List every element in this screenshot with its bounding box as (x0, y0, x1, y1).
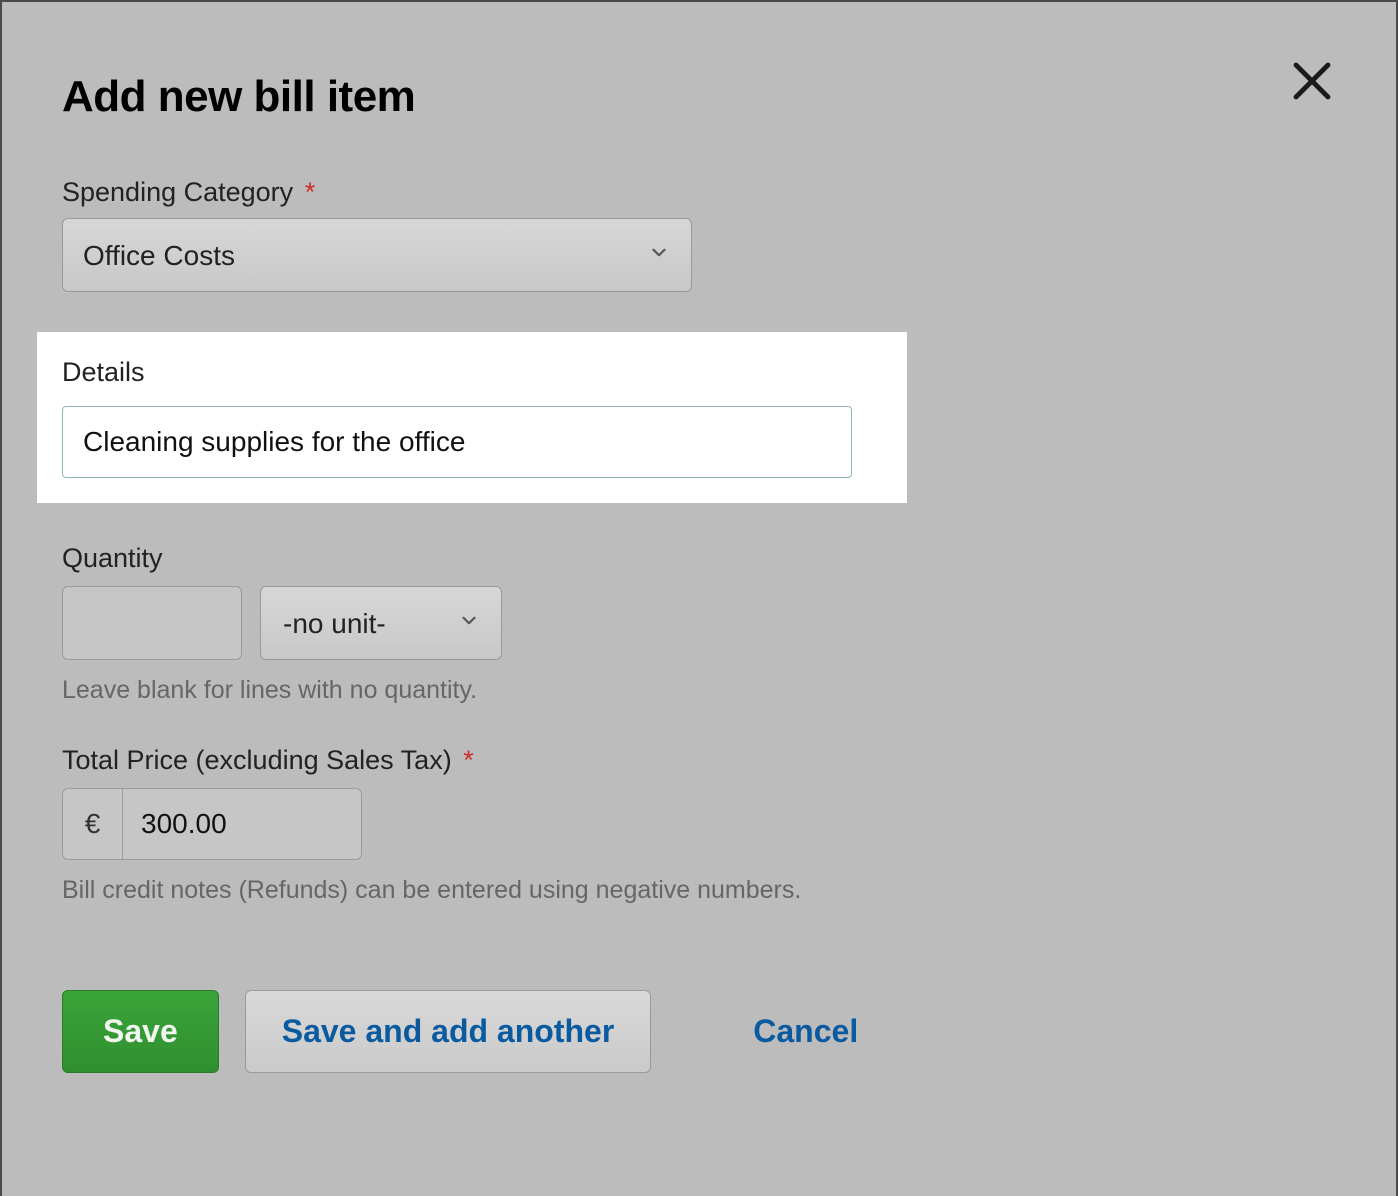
close-button[interactable] (1288, 57, 1336, 110)
required-marker: * (463, 745, 474, 775)
details-label: Details (62, 357, 882, 388)
total-price-hint: Bill credit notes (Refunds) can be enter… (62, 876, 1336, 905)
save-and-add-another-button[interactable]: Save and add another (245, 990, 652, 1073)
total-price-field: Total Price (excluding Sales Tax) * € Bi… (62, 745, 1336, 905)
modal-title: Add new bill item (62, 72, 1336, 122)
quantity-field: Quantity -no unit- Leave blank for lines… (62, 543, 1336, 705)
save-button[interactable]: Save (62, 990, 219, 1073)
details-field: Details (37, 332, 907, 503)
close-icon (1288, 92, 1336, 109)
required-marker: * (305, 177, 316, 207)
action-buttons: Save Save and add another Cancel (62, 990, 1336, 1073)
quantity-input[interactable] (62, 586, 242, 660)
spending-category-select[interactable]: Office Costs (62, 218, 692, 292)
spending-category-label-text: Spending Category (62, 177, 293, 207)
total-price-label-text: Total Price (excluding Sales Tax) (62, 745, 452, 775)
unit-select[interactable]: -no unit- (260, 586, 502, 660)
details-input[interactable] (62, 406, 852, 478)
total-price-input[interactable] (122, 788, 362, 860)
total-price-label: Total Price (excluding Sales Tax) * (62, 745, 1336, 776)
cancel-button[interactable]: Cancel (717, 991, 894, 1072)
spending-category-label: Spending Category * (62, 177, 1336, 208)
spending-category-field: Spending Category * Office Costs (62, 177, 1336, 292)
currency-symbol: € (62, 788, 122, 860)
quantity-hint: Leave blank for lines with no quantity. (62, 676, 1336, 705)
quantity-label: Quantity (62, 543, 1336, 574)
add-bill-item-modal: Add new bill item Spending Category * Of… (2, 2, 1396, 1196)
